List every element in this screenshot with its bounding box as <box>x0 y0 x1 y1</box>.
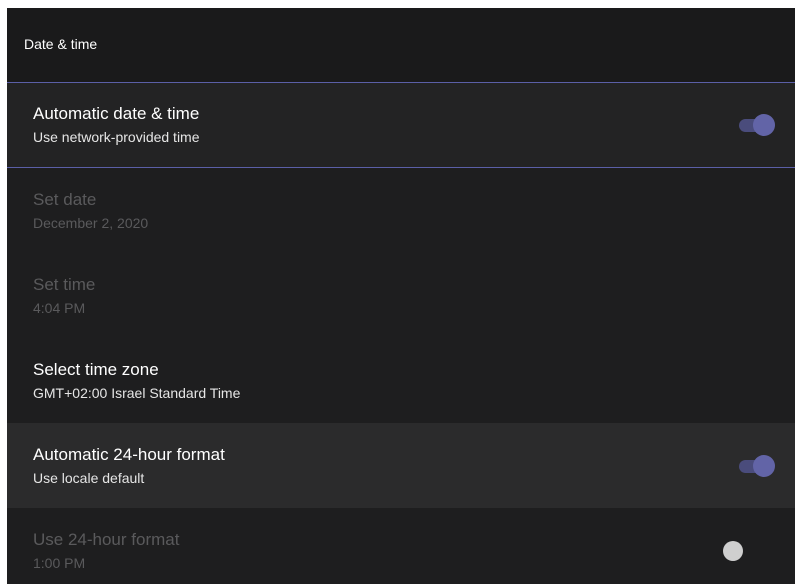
header-bar: Date & time <box>7 8 795 83</box>
setting-title: Use 24-hour format <box>33 529 180 549</box>
setting-automatic-24-hour-format[interactable]: Automatic 24-hour format Use locale defa… <box>7 423 795 508</box>
setting-subtitle: Use locale default <box>33 469 145 486</box>
setting-subtitle: December 2, 2020 <box>33 214 149 231</box>
setting-subtitle: 4:04 PM <box>33 299 86 316</box>
setting-title: Set date <box>33 189 97 209</box>
toggle-thumb <box>753 454 775 477</box>
setting-automatic-date-time[interactable]: Automatic date & time Use network-provid… <box>7 83 795 168</box>
page-title: Date & time <box>24 36 98 52</box>
setting-subtitle: Use network-provided time <box>33 129 200 145</box>
setting-set-date: Set date December 2, 2020 <box>7 168 795 253</box>
toggle-thumb <box>723 540 743 561</box>
setting-title: Automatic date & time <box>33 104 200 123</box>
settings-screen: Date & time Automatic date & time Use ne… <box>7 8 795 584</box>
use-24-hour-format-toggle <box>723 540 759 562</box>
automatic-date-time-toggle[interactable] <box>739 114 775 136</box>
toggle-thumb <box>753 114 775 136</box>
setting-subtitle: GMT+02:00 Israel Standard Time <box>33 384 241 401</box>
setting-title: Automatic 24-hour format <box>33 444 225 464</box>
setting-select-time-zone[interactable]: Select time zone GMT+02:00 Israel Standa… <box>7 338 795 423</box>
setting-set-time: Set time 4:04 PM <box>7 253 795 338</box>
setting-title: Set time <box>33 274 96 294</box>
setting-use-24-hour-format: Use 24-hour format 1:00 PM <box>7 508 795 584</box>
setting-subtitle: 1:00 PM <box>33 554 86 571</box>
automatic-24-hour-format-toggle[interactable] <box>739 454 775 477</box>
setting-title: Select time zone <box>33 359 159 379</box>
